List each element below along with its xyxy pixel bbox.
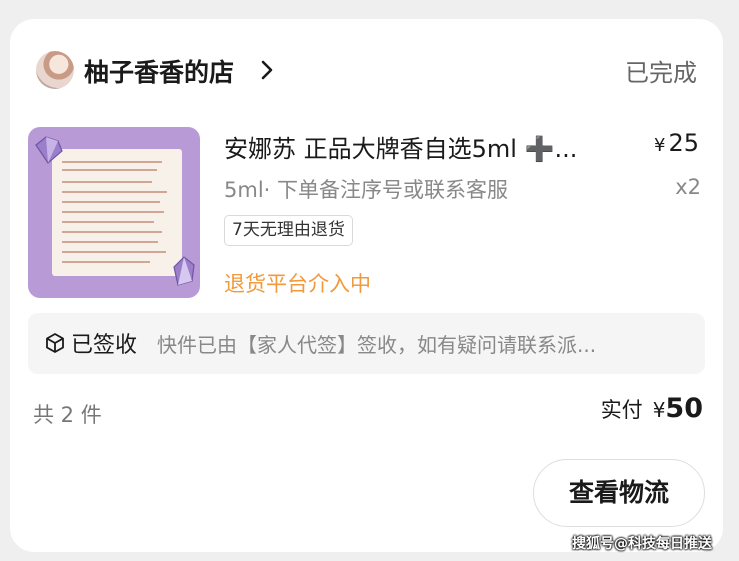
- product-quantity: x2: [675, 175, 701, 199]
- item-count: 共 2 件: [33, 403, 102, 427]
- crystal-icon: [173, 256, 195, 286]
- shop-avatar[interactable]: [36, 51, 74, 89]
- order-status: 已完成: [625, 59, 697, 87]
- product-title[interactable]: 安娜苏 正品大牌香自选5ml ➕...: [224, 129, 624, 164]
- crystal-icon: [35, 136, 63, 164]
- watermark: 搜狐号@科技每日推送: [572, 536, 712, 552]
- chevron-right-icon[interactable]: [255, 58, 279, 82]
- return-policy-tag: 7天无理由退货: [224, 215, 353, 246]
- paid-label: 实付: [600, 398, 643, 422]
- logistics-status: 已签收: [71, 333, 138, 358]
- order-card: 柚子香香的店 已完成 安娜苏 正品大牌香自选5ml ➕... ¥ 25 5ml·…: [10, 19, 723, 552]
- shop-name[interactable]: 柚子香香的店: [84, 53, 234, 89]
- refund-status[interactable]: 退货平台介入中: [224, 268, 371, 298]
- view-logistics-button[interactable]: 查看物流: [533, 459, 705, 527]
- package-box-icon: [46, 333, 64, 353]
- product-thumbnail[interactable]: [28, 127, 200, 298]
- product-thumbnail-notice: [52, 149, 182, 276]
- logistics-summary[interactable]: 已签收 快件已由【家人代签】签收，如有疑问请联系派...: [28, 313, 705, 374]
- paid-amount: 实付 ¥50: [600, 393, 703, 424]
- paid-value: 50: [665, 393, 703, 424]
- shop-header[interactable]: 柚子香香的店 已完成: [36, 51, 697, 91]
- product-spec: 5ml· 下单备注序号或联系客服: [224, 178, 509, 202]
- product-price: ¥25: [654, 129, 699, 157]
- logistics-description: 快件已由【家人代签】签收，如有疑问请联系派...: [157, 333, 597, 357]
